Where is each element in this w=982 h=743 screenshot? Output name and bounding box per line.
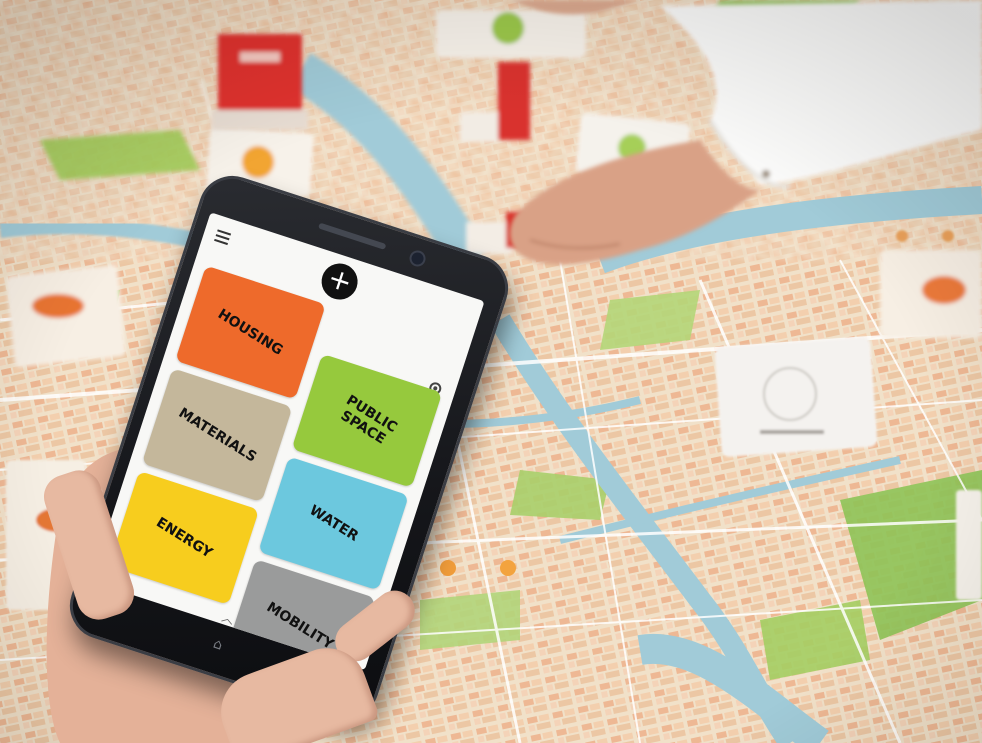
front-camera-icon [407,248,428,269]
photo-scene: + HOUSING PUBLIC SPACE MATERIALS WATER E… [0,0,982,743]
phone-earpiece [318,222,387,250]
tile-label: PUBLIC SPACE [337,392,400,448]
home-icon[interactable]: ⌂ [211,636,224,654]
tile-label: ENERGY [152,514,215,562]
tile-label: MATERIALS [175,404,259,466]
tile-label: WATER [306,502,361,545]
tile-label: HOUSING [215,306,286,359]
plus-icon: + [323,260,357,300]
add-button[interactable]: + [316,258,363,305]
hamburger-menu-icon[interactable] [213,229,232,248]
